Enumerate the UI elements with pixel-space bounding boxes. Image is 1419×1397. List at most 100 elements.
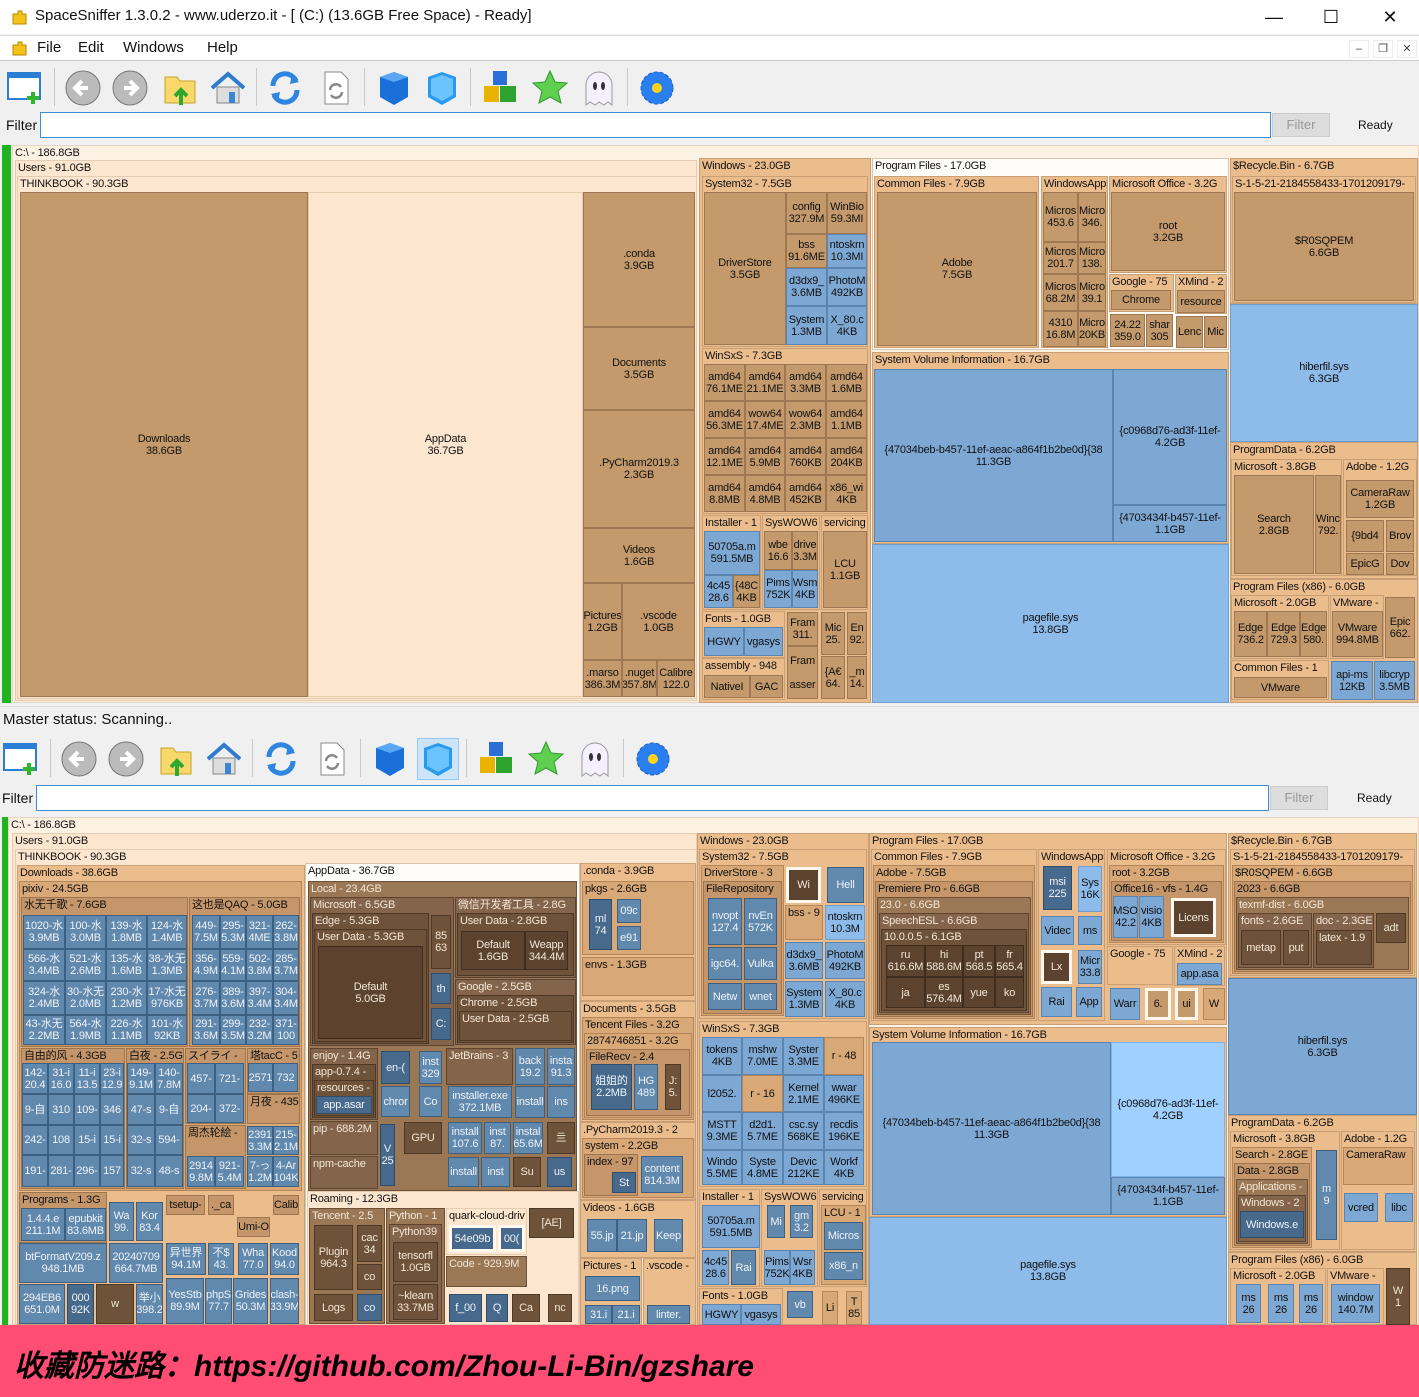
ghost-button[interactable]	[578, 67, 620, 109]
treemap-item[interactable]: Edge 729.3	[1267, 611, 1300, 657]
treemap-file[interactable]: 1020-水 3.9MB	[23, 915, 65, 949]
treemap-item[interactable]: bss 91.6ME	[786, 234, 827, 268]
treemap-file[interactable]: 2914 9.8M	[187, 1156, 215, 1187]
back-button[interactable]	[58, 738, 100, 780]
treemap-file[interactable]: Pims 752K	[764, 1250, 790, 1285]
treemap-file[interactable]: Devic 212KE	[783, 1150, 824, 1185]
treemap-file[interactable]: 457-	[187, 1063, 215, 1094]
treemap-item[interactable]: Edge 736.2	[1234, 611, 1267, 657]
treemap-item[interactable]: .conda 3.9GB	[583, 192, 695, 327]
treemap-file[interactable]: d3dx9_ 3.6MB	[786, 268, 827, 306]
treemap-file[interactable]: nvEn 572K	[744, 898, 777, 945]
treemap-folder[interactable]: 月夜 - 435	[247, 1094, 300, 1124]
blue-cube-button[interactable]	[373, 67, 415, 109]
treemap-file[interactable]: pagefile.sys 13.8GB	[872, 544, 1229, 703]
treemap-item[interactable]: tensorfl 1.0GB	[393, 1242, 438, 1282]
treemap-file[interactable]: 502- 3.8M	[246, 949, 273, 981]
settings-flower-button[interactable]	[632, 738, 674, 780]
treemap-file[interactable]: 108	[48, 1125, 74, 1155]
treemap-file[interactable]: install	[448, 1157, 479, 1187]
treemap-file[interactable]: wwar 496KE	[824, 1075, 864, 1112]
treemap-item[interactable]: resource	[1177, 290, 1225, 313]
treemap-item[interactable]: {9bd4	[1346, 520, 1384, 552]
treemap-file[interactable]: 4c45 28.6	[702, 1250, 729, 1285]
treemap-file[interactable]: inst 87.	[484, 1122, 511, 1154]
treemap-file[interactable]: 721-	[215, 1063, 244, 1094]
treemap-file[interactable]: pagefile.sys 13.8GB	[869, 1217, 1227, 1325]
treemap-item[interactable]: Videos 1.6GB	[583, 528, 695, 583]
treemap-item[interactable]: Search 2.8GB	[1234, 475, 1314, 574]
treemap-item[interactable]: amd64 76.1ME	[704, 364, 745, 401]
treemap-file[interactable]: 321- 4ME	[246, 915, 273, 949]
treemap-file[interactable]: linter.	[647, 1305, 690, 1324]
treemap-file[interactable]: 31-i 16.0	[48, 1063, 74, 1094]
treemap-file[interactable]: {47034beb-b457-11ef-aeac-a864f1b2be0d}{3…	[874, 369, 1113, 542]
treemap-file[interactable]: 135-水 1.6MB	[106, 949, 147, 981]
treemap-file[interactable]: nvopt 127.4	[708, 898, 742, 945]
treemap-file[interactable]: 16.png	[585, 1276, 640, 1301]
treemap-item[interactable]: WinBio 59.3MI	[827, 192, 867, 234]
treemap-file[interactable]: content 814.3M	[641, 1156, 683, 1193]
treemap-file[interactable]: 4-Ar 104K	[273, 1156, 299, 1187]
treemap-item[interactable]: Default 1.6GB	[461, 931, 525, 970]
treemap-item[interactable]: wbe 16.6	[764, 531, 792, 570]
treemap-item[interactable]: amd64 1.1MB	[826, 401, 867, 438]
treemap-file[interactable]: 31.i	[585, 1305, 612, 1324]
treemap-file[interactable]: libcryp 3.5MB	[1374, 661, 1415, 700]
treemap-folder[interactable]: User Data - 2.5GB	[459, 1011, 572, 1041]
refresh-document-button[interactable]	[311, 738, 353, 780]
treemap-file[interactable]: Kood 94.0	[270, 1243, 299, 1275]
treemap-file[interactable]: e91	[617, 926, 641, 950]
treemap-item[interactable]: Documents 3.5GB	[583, 327, 695, 410]
treemap-file[interactable]: X_80.c 4KB	[825, 981, 865, 1017]
treemap-file[interactable]: Syste 4.8ME	[742, 1150, 783, 1185]
treemap-file[interactable]: PhotoM 492KB	[825, 942, 865, 979]
treemap-file[interactable]: System 1.3MB	[786, 306, 827, 345]
treemap-file[interactable]: app.asar	[316, 1096, 372, 1114]
treemap-item[interactable]: Micros 68.2M	[1043, 274, 1078, 311]
treemap-item[interactable]: Epic 662.	[1385, 597, 1415, 658]
treemap-file[interactable]: {c0968d76-ad3f-11ef- 4.2GB	[1113, 369, 1227, 505]
mdi-restore-button[interactable]: ❐	[1373, 40, 1393, 58]
treemap-item[interactable]: VMware 994.8MB	[1332, 611, 1383, 657]
favorites-button[interactable]	[525, 738, 567, 780]
treemap-item[interactable]: amd64 452KB	[785, 475, 826, 512]
treemap-file[interactable]: X_80.c 4KB	[827, 306, 867, 345]
treemap-item[interactable]: ~klearn 33.7MB	[393, 1284, 438, 1320]
treemap-item[interactable]: yue	[963, 977, 995, 1008]
treemap-file[interactable]: 281-	[48, 1155, 74, 1187]
treemap-item[interactable]: amd64 204KB	[826, 438, 867, 475]
treemap-item[interactable]: nc	[548, 1294, 572, 1322]
treemap-item[interactable]: Su	[513, 1157, 541, 1187]
treemap-file[interactable]: 09c	[617, 899, 641, 923]
treemap-item[interactable]: Fram 311.	[787, 612, 818, 646]
treemap-file[interactable]: 9-自	[22, 1094, 48, 1125]
treemap-file[interactable]: api-ms 12KB	[1331, 661, 1373, 700]
treemap-file[interactable]: 564-水 1.9MB	[65, 1015, 106, 1045]
treemap-item[interactable]: En 92.	[847, 612, 867, 655]
treemap-item[interactable]: {48C 4KB	[733, 575, 760, 608]
treemap-file[interactable]: 不$ 43.	[208, 1243, 234, 1275]
treemap-item[interactable]: Calibre 122.0	[657, 660, 695, 697]
treemap-file[interactable]: Wsr 4KB	[790, 1250, 815, 1285]
treemap-file[interactable]: hiberfil.sys 6.3GB	[1230, 304, 1418, 442]
treemap-item[interactable]: amd64 760KB	[785, 438, 826, 475]
treemap-file[interactable]: Workf 4KB	[824, 1150, 864, 1185]
refresh-button[interactable]	[264, 67, 306, 109]
treemap-item[interactable]: Adobe 7.5GB	[877, 192, 1037, 346]
treemap-item[interactable]: Plugin 964.3	[314, 1225, 353, 1290]
treemap-file[interactable]: 397- 3.4M	[246, 981, 273, 1015]
treemap-folder[interactable]: pip - 688.2M	[310, 1121, 378, 1155]
treemap-file[interactable]: 1.4.4.e 211.1M	[21, 1208, 65, 1241]
treemap-file[interactable]: V 25	[380, 1124, 395, 1186]
treemap-file[interactable]: 215- 2.1M	[273, 1126, 299, 1155]
treemap-folder[interactable]: npm-cache	[310, 1156, 378, 1189]
treemap-file[interactable]: Wa 99.	[109, 1202, 134, 1241]
treemap-item[interactable]: 85 63	[431, 915, 451, 969]
treemap-item[interactable]: amd64 8.8MB	[704, 475, 745, 512]
treemap-file[interactable]: 32-s	[127, 1125, 155, 1155]
treemap-item[interactable]: ja	[886, 977, 925, 1008]
new-window-button[interactable]	[0, 738, 42, 780]
treemap-file[interactable]: 9-自	[155, 1094, 183, 1125]
treemap-file[interactable]: x86_n	[824, 1252, 863, 1280]
